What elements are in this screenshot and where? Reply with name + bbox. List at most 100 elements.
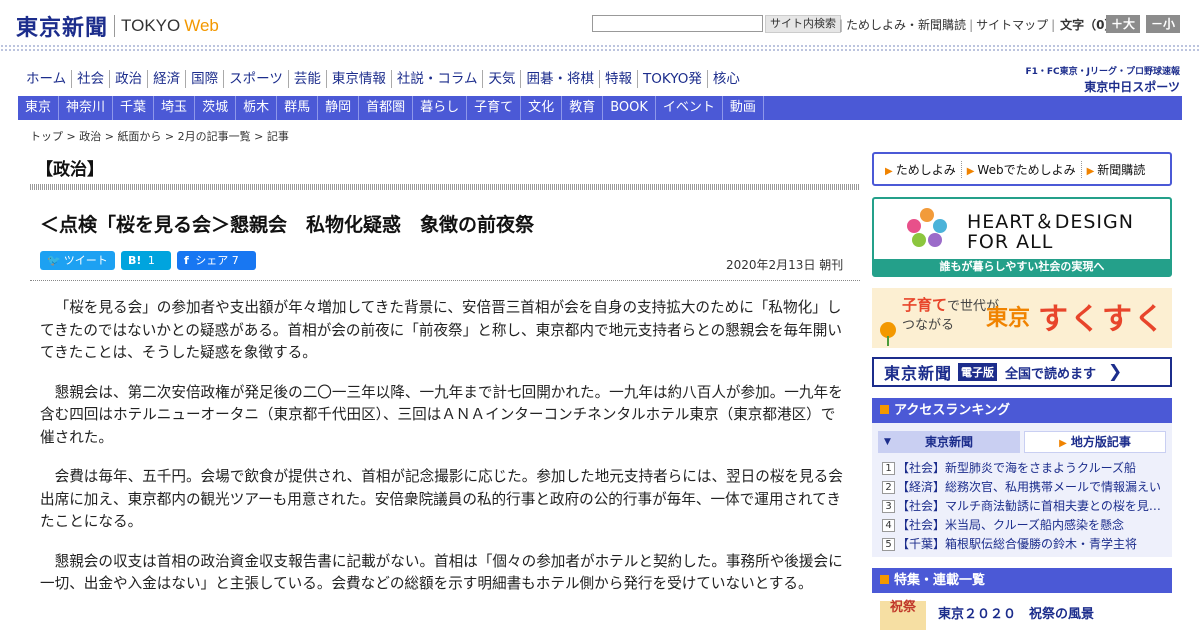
region-video[interactable]: 動画 <box>723 96 764 120</box>
feature-item-title[interactable]: 東京２０２０ 祝祭の風景 <box>938 603 1094 622</box>
subscribe-button[interactable]: ▶ 新聞購読 <box>1082 161 1151 178</box>
epaper-banner[interactable]: 東京新聞 電子版 全国で読めます ❯ <box>872 357 1172 387</box>
article-paragraph: 懇親会は、第二次安倍政権が発足後の二〇一三年以降、一九年まで計七回開かれた。一九… <box>40 383 843 446</box>
ranking-item-text: 【社会】新型肺炎で海をさまようクルーズ船 <box>897 461 1137 475</box>
sukusuku-title: すくすく <box>1038 302 1166 337</box>
breadcrumb-sep: > <box>63 130 80 143</box>
region-tochigi[interactable]: 栃木 <box>236 96 278 120</box>
region-book[interactable]: BOOK <box>603 96 656 120</box>
hatena-count: 1 <box>147 254 155 267</box>
site-search-button[interactable]: サイト内検索 <box>765 15 841 33</box>
divider: | <box>1051 17 1056 32</box>
trial-subscribe-link[interactable]: ためしよみ・新聞購読 <box>846 16 966 33</box>
nav-economy[interactable]: 経済 <box>147 70 185 88</box>
square-bullet-icon <box>880 575 889 584</box>
nav-entertainment[interactable]: 芸能 <box>287 70 326 88</box>
ranking-item[interactable]: 3【社会】マルチ商法勧誘に首相夫妻との桜を見る会写真 <box>882 497 1166 516</box>
arrow-right-icon: ▶ <box>966 165 975 177</box>
region-shizuoka[interactable]: 静岡 <box>318 96 360 120</box>
web-trial-label: Webでためしよみ <box>977 162 1076 177</box>
font-size-up-button[interactable]: ＋大 <box>1106 15 1140 33</box>
region-shutoken[interactable]: 首都圏 <box>359 96 414 120</box>
features-title: 特集・連載一覧 <box>894 573 986 588</box>
ranking-item[interactable]: 1 【社会】新型肺炎で海をさまようクルーズ船 <box>882 459 1166 478</box>
region-education[interactable]: 教育 <box>562 96 604 120</box>
ranking-title: アクセスランキング <box>894 403 1010 418</box>
epaper-logo: 東京新聞 <box>884 364 953 383</box>
nav-editorial[interactable]: 社説・コラム <box>390 70 483 88</box>
rank-number: 1 <box>882 462 895 475</box>
header-links: | ためしよみ・新聞購読 | サイトマップ | 文字（0） <box>836 16 1117 33</box>
heart-design-banner[interactable]: HEART＆DESIGN FOR ALL 誰もが暮らしやすい社会の実現へ <box>872 197 1172 277</box>
sponsor-tagline: F1・FC東京・Jリーグ・プロ野球速報 <box>1025 67 1180 77</box>
breadcrumb-print[interactable]: 紙面から <box>117 130 161 143</box>
breadcrumb-sep: > <box>161 130 178 143</box>
ranking-item-text: 【千葉】箱根駅伝総合優勝の鈴木・青学主将 <box>897 537 1138 551</box>
ranking-header: アクセスランキング <box>872 398 1172 423</box>
ranking-list: 1 【社会】新型肺炎で海をさまようクルーズ船 2 【経済】総務次官、私用携帯メールで… <box>882 459 1166 554</box>
tokyo-sukusuku-banner[interactable]: 子育てで世代が つながる 東京 すくすく <box>872 288 1172 348</box>
region-living[interactable]: 暮らし <box>413 96 468 120</box>
sponsor-name: 東京中日スポーツ <box>1084 80 1180 94</box>
ranking-item[interactable]: 4 【社会】米当局、クルーズ船内感染を懸念 <box>882 516 1166 535</box>
region-culture[interactable]: 文化 <box>521 96 563 120</box>
tab-tokyo-shimbun-label: 東京新聞 <box>924 435 973 449</box>
region-kanagawa[interactable]: 神奈川 <box>59 96 114 120</box>
ranking-panel: ▼ 東京新聞 ▶ 地方版記事 1 【社会】新型肺炎で海をさまようクルーズ船 2 【経済… <box>872 423 1172 557</box>
breadcrumb-month-list[interactable]: 2月の記事一覧 <box>178 130 251 143</box>
web-trial-button[interactable]: ▶ Webでためしよみ <box>962 160 1082 178</box>
tab-local-articles-label: 地方版記事 <box>1070 435 1131 449</box>
ranking-item[interactable]: 2 【経済】総務次官、私用携帯メールで情報漏えい <box>882 478 1166 497</box>
nav-home[interactable]: ホーム <box>22 70 71 88</box>
nav-kakushin[interactable]: 核心 <box>706 70 745 88</box>
tweet-label: ツイート <box>63 254 108 267</box>
region-tokyo[interactable]: 東京 <box>18 96 60 120</box>
facebook-share-label: シェア <box>195 254 229 267</box>
nav-tokyo-info[interactable]: 東京情報 <box>325 70 391 88</box>
breadcrumb-politics[interactable]: 政治 <box>79 130 101 143</box>
arrow-right-icon: ▶ <box>885 165 893 177</box>
region-events[interactable]: イベント <box>656 96 723 120</box>
trial-read-button[interactable]: ▶ ためしよみ <box>880 160 962 178</box>
breadcrumb-top[interactable]: トップ <box>30 130 63 143</box>
facebook-count: 7 <box>231 254 239 267</box>
nav-go-shogi[interactable]: 囲碁・将棋 <box>520 70 599 88</box>
region-parenting[interactable]: 子育て <box>467 96 522 120</box>
heart-design-logo-icon <box>907 208 947 247</box>
site-logo[interactable]: 東京新聞 TOKYO Web <box>16 10 219 42</box>
nav-tokyo-hatsu[interactable]: TOKYO発 <box>636 70 707 88</box>
rank-number: 2 <box>882 481 895 494</box>
ranking-item-text: 【社会】マルチ商法勧誘に首相夫妻との桜を見る会写真 <box>897 499 1166 513</box>
region-saitama[interactable]: 埼玉 <box>154 96 196 120</box>
hatena-bookmark-button[interactable]: B! 1 <box>121 251 171 270</box>
chunichi-sports-link[interactable]: F1・FC東京・Jリーグ・プロ野球速報 東京中日スポーツ <box>1024 64 1180 95</box>
region-ibaraki[interactable]: 茨城 <box>195 96 237 120</box>
sukusuku-tagline: 子育てで世代が つながる <box>902 296 999 335</box>
rank-number: 3 <box>882 500 895 513</box>
nav-politics[interactable]: 政治 <box>109 70 147 88</box>
feature-thumbnail[interactable]: 祝祭 <box>880 601 926 630</box>
site-search-input[interactable] <box>592 15 763 32</box>
tab-local-articles[interactable]: ▶ 地方版記事 <box>1024 431 1166 453</box>
features-header: 特集・連載一覧 <box>872 568 1172 593</box>
nav-international[interactable]: 国際 <box>185 70 223 88</box>
site-header: 東京新聞 TOKYO Web サイト内検索 | ためしよみ・新聞購読 | サイト… <box>0 0 1200 46</box>
nav-tokuho[interactable]: 特報 <box>598 70 637 88</box>
nav-sports[interactable]: スポーツ <box>223 70 288 88</box>
sukusuku-tag-emph: 子育て <box>902 296 948 314</box>
region-gunma[interactable]: 群馬 <box>277 96 319 120</box>
section-title: 【政治】 <box>36 160 104 180</box>
facebook-share-button[interactable]: f シェア 7 <box>177 251 256 270</box>
region-chiba[interactable]: 千葉 <box>113 96 155 120</box>
ranking-item[interactable]: 5 【千葉】箱根駅伝総合優勝の鈴木・青学主将 <box>882 535 1166 554</box>
tab-tokyo-shimbun[interactable]: ▼ 東京新聞 <box>878 431 1020 453</box>
sitemap-link[interactable]: サイトマップ <box>976 16 1048 33</box>
heart-design-caption: 誰もが暮らしやすい社会の実現へ <box>874 259 1170 275</box>
tweet-button[interactable]: 🐦 ツイート <box>40 251 115 270</box>
trial-read-label: ためしよみ <box>895 162 956 177</box>
nav-weather[interactable]: 天気 <box>482 70 520 88</box>
flower-stem <box>887 336 889 346</box>
font-size-down-button[interactable]: －小 <box>1146 15 1180 33</box>
article-body: 「桜を見る会」の参加者や支出額が年々増加してきた背景に、安倍晋三首相が会を自身の… <box>40 297 846 613</box>
nav-society[interactable]: 社会 <box>71 70 109 88</box>
